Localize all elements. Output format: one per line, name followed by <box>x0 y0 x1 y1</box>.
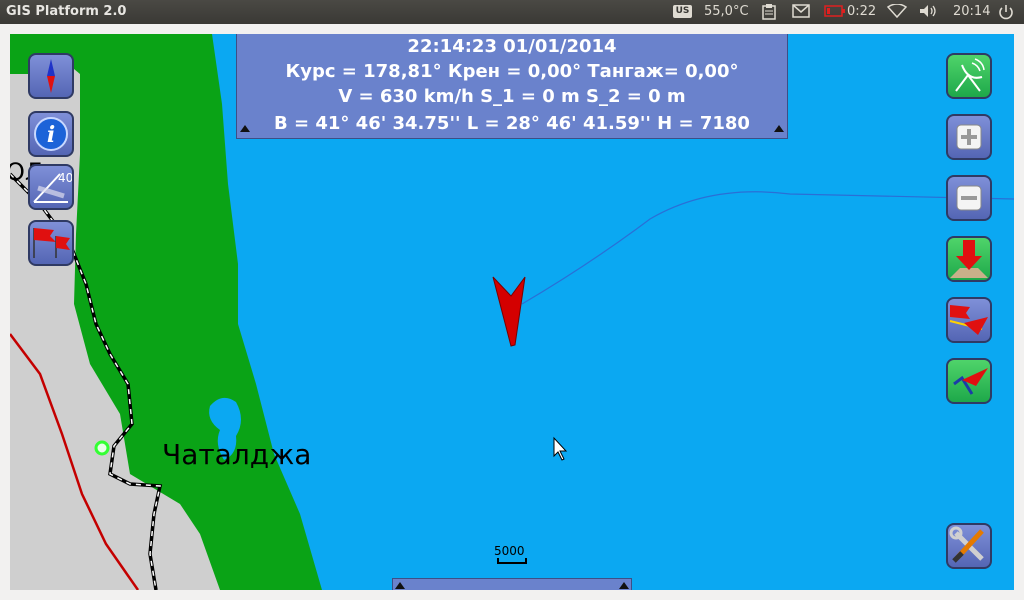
clipboard-icon[interactable] <box>762 4 776 24</box>
info-icon: i <box>34 117 68 151</box>
bottom-panel[interactable] <box>392 578 632 590</box>
scale-bar <box>497 558 527 564</box>
wifi-icon[interactable] <box>886 3 908 22</box>
telemetry-datetime: 22:14:23 01/01/2014 <box>407 36 617 57</box>
mail-icon[interactable] <box>792 4 810 22</box>
track-arrow-icon <box>953 368 988 395</box>
app-title: GIS Platform 2.0 <box>6 4 127 19</box>
zoom-in-icon <box>956 124 982 150</box>
satellite-button[interactable] <box>946 53 992 99</box>
temperature-indicator[interactable]: 55,0°C <box>704 4 749 19</box>
zoom-out-icon <box>956 185 982 211</box>
download-map-icon <box>950 240 988 278</box>
system-top-bar: GIS Platform 2.0 US 55,0°C 0:22 20:14 <box>0 0 1024 24</box>
location-marker[interactable] <box>94 440 110 456</box>
bottom-right-arrow-icon[interactable] <box>619 582 629 589</box>
bottom-left-arrow-icon[interactable] <box>395 582 405 589</box>
red-flags-icon <box>33 228 70 258</box>
telemetry-attitude: Курс = 178,81° Крен = 0,00° Тангаж= 0,00… <box>285 61 739 82</box>
scale-label: 5000 <box>494 544 525 558</box>
angle-ruler-icon: 40° <box>33 171 72 203</box>
info-button[interactable]: i <box>28 111 74 157</box>
compass-button[interactable] <box>28 53 74 99</box>
telemetry-panel: 22:14:23 01/01/2014 Курс = 178,81° Крен … <box>236 34 788 139</box>
cursor-icon <box>553 436 568 461</box>
aircraft-icon[interactable] <box>492 276 526 347</box>
telemetry-coordinates: B = 41° 46' 34.75'' L = 28° 46' 41.59'' … <box>274 113 750 134</box>
tools-settings-icon <box>949 526 984 563</box>
power-icon[interactable] <box>998 4 1014 24</box>
satellite-dish-icon <box>955 58 985 92</box>
tools-button[interactable] <box>946 523 992 569</box>
download-map-button[interactable] <box>946 236 992 282</box>
zoom-out-button[interactable] <box>946 175 992 221</box>
compass-icon <box>47 59 55 93</box>
expand-left-arrow-icon[interactable] <box>240 125 250 132</box>
zoom-in-button[interactable] <box>946 114 992 160</box>
route-flags-button[interactable] <box>946 297 992 343</box>
battery-icon[interactable] <box>824 4 846 22</box>
flight-track <box>521 191 1014 305</box>
expand-right-arrow-icon[interactable] <box>774 125 784 132</box>
flags-button[interactable] <box>28 220 74 266</box>
clock[interactable]: 20:14 <box>953 4 990 19</box>
angle-value: 40° <box>58 171 72 185</box>
volume-icon[interactable] <box>919 4 939 22</box>
track-button[interactable] <box>946 358 992 404</box>
map-canvas[interactable]: Чаталджа ОЛ 5000 22:14:23 01/01/2014 Кур… <box>10 34 1014 590</box>
place-label: Чаталджа <box>162 438 312 471</box>
telemetry-speed: V = 630 km/h S_1 = 0 m S_2 = 0 m <box>338 86 686 107</box>
keyboard-layout-indicator[interactable]: US <box>673 5 692 18</box>
svg-text:i: i <box>47 122 55 148</box>
angle-ruler-button[interactable]: 40° <box>28 164 74 210</box>
route-flags-icon <box>949 305 988 335</box>
battery-time[interactable]: 0:22 <box>847 4 876 19</box>
